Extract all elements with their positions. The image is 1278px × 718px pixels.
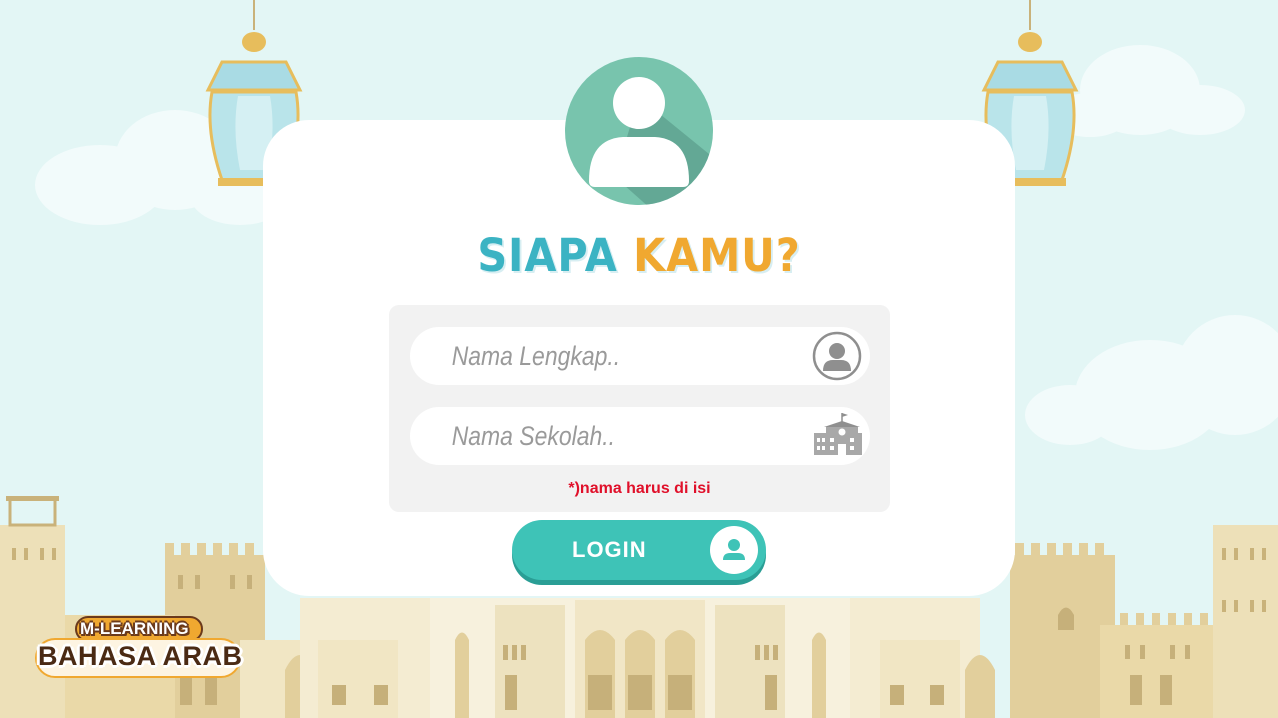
- school-input[interactable]: [450, 419, 743, 453]
- title-word-2: KAMU?: [633, 229, 801, 282]
- user-circle-icon: [812, 331, 862, 381]
- logo-line-1: M-LEARNING: [80, 619, 189, 638]
- user-silhouette-icon: [565, 57, 713, 205]
- required-note: *)nama harus di isi: [568, 480, 711, 497]
- app-logo: M-LEARNING BAHASA ARAB: [34, 615, 244, 679]
- name-input[interactable]: [450, 339, 743, 373]
- page-title: SIAPA KAMU?: [293, 226, 985, 286]
- logo-line-2: BAHASA ARAB: [38, 641, 243, 671]
- login-button[interactable]: LOGIN: [512, 520, 766, 580]
- user-avatar: [565, 57, 713, 205]
- login-label: LOGIN: [572, 537, 647, 562]
- title-word-1: SIAPA: [477, 229, 618, 282]
- name-field: [410, 327, 870, 385]
- school-field: [410, 407, 870, 465]
- school-building-icon: [814, 413, 862, 455]
- user-icon: [710, 526, 758, 574]
